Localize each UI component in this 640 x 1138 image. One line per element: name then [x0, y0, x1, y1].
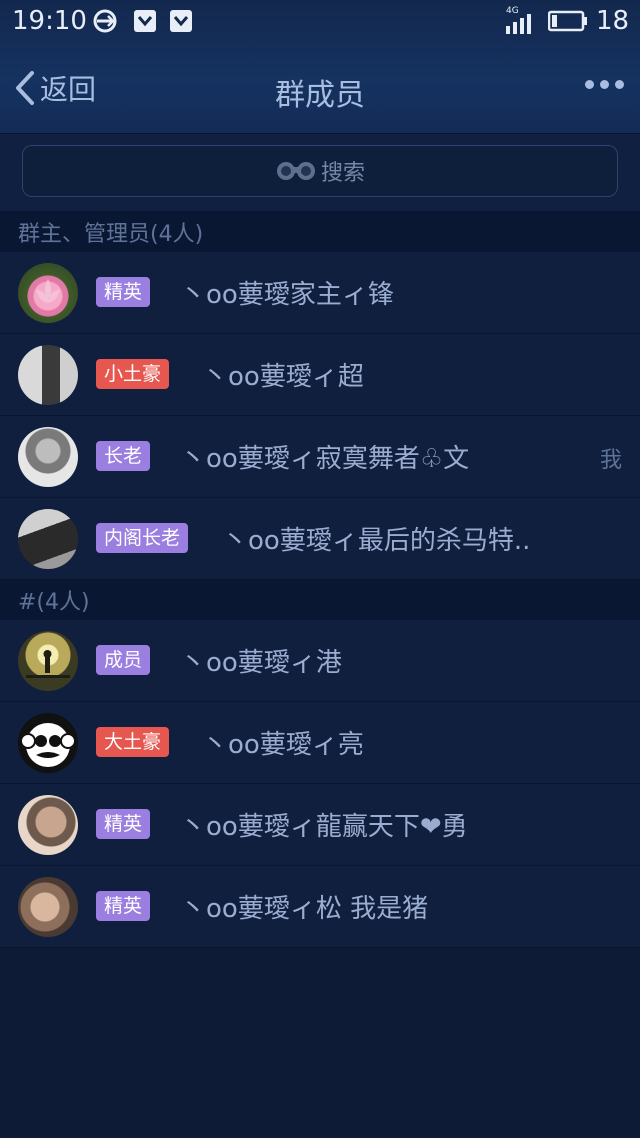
shield-icon	[134, 10, 156, 32]
role-badge: 精英	[96, 809, 151, 839]
search-bar: 搜索	[0, 134, 640, 212]
battery-icon	[548, 10, 587, 32]
status-bar: 19:10 4G 18	[0, 0, 640, 44]
member-name: 丶oo葽璦ィ亮	[202, 730, 364, 760]
member-name: 丶oo葽璦ィ港	[180, 648, 342, 678]
member-row[interactable]: 大土豪 丶oo葽璦ィ亮	[0, 702, 640, 784]
member-row[interactable]: 成员 丶oo葽璦ィ港	[0, 620, 640, 702]
avatar	[18, 427, 78, 487]
member-name: 丶oo葽璦ィ寂寞舞者♧文	[180, 444, 470, 474]
header: 19:10 4G 18 返回 群成员	[0, 0, 640, 134]
role-badge: 长老	[96, 441, 151, 471]
search-input[interactable]: 搜索	[22, 145, 618, 197]
more-icon	[600, 80, 609, 89]
battery-level: 18	[596, 6, 630, 36]
section-label: #(4人)	[18, 590, 90, 615]
role-badge: 成员	[96, 645, 151, 675]
binoculars-icon	[276, 162, 315, 180]
member-row[interactable]: 小土豪 丶oo葽璦ィ超	[0, 334, 640, 416]
self-tag: 我	[599, 448, 622, 473]
sync-icon	[93, 9, 117, 33]
avatar	[18, 631, 78, 691]
role-badge: 小土豪	[96, 359, 170, 389]
avatar	[18, 263, 78, 323]
avatar	[18, 509, 78, 569]
member-row[interactable]: 内阁长老 丶oo葽璦ィ最后的杀马特..	[0, 498, 640, 580]
signal-icon	[506, 14, 531, 34]
member-name: 丶oo葽璦ィ龍赢天下❤勇	[180, 812, 468, 842]
member-row[interactable]: 精英 丶oo葽璦家主ィ锋	[0, 252, 640, 334]
section-header: #(4人)	[0, 580, 640, 620]
member-row[interactable]: 精英 丶oo葽璦ィ松 我是猪	[0, 866, 640, 948]
avatar	[18, 345, 78, 405]
role-badge: 内阁长老	[96, 523, 189, 553]
avatar	[18, 795, 78, 855]
avatar	[18, 713, 78, 773]
member-name: 丶oo葽璦ィ松 我是猪	[180, 894, 429, 924]
avatar	[18, 877, 78, 937]
member-name: 丶oo葽璦ィ最后的杀马特..	[222, 526, 531, 556]
member-name: 丶oo葽璦ィ超	[202, 362, 364, 392]
role-badge: 大土豪	[96, 727, 170, 757]
status-time: 19:10	[12, 6, 87, 36]
more-button[interactable]	[585, 80, 624, 89]
member-row[interactable]: 精英 丶oo葽璦ィ龍赢天下❤勇	[0, 784, 640, 866]
search-placeholder: 搜索	[320, 161, 365, 186]
nav-bar: 返回 群成员	[0, 44, 640, 134]
role-badge: 精英	[96, 277, 151, 307]
member-name: 丶oo葽璦家主ィ锋	[180, 280, 394, 310]
role-badge: 精英	[96, 891, 151, 921]
section-label: 群主、管理员(4人)	[18, 222, 204, 247]
shield-icon	[170, 10, 192, 32]
member-row[interactable]: 长老 丶oo葽璦ィ寂寞舞者♧文 我	[0, 416, 640, 498]
section-header: 群主、管理员(4人)	[0, 212, 640, 252]
page-title: 群成员	[275, 78, 365, 113]
more-icon	[615, 80, 624, 89]
more-icon	[585, 80, 594, 89]
